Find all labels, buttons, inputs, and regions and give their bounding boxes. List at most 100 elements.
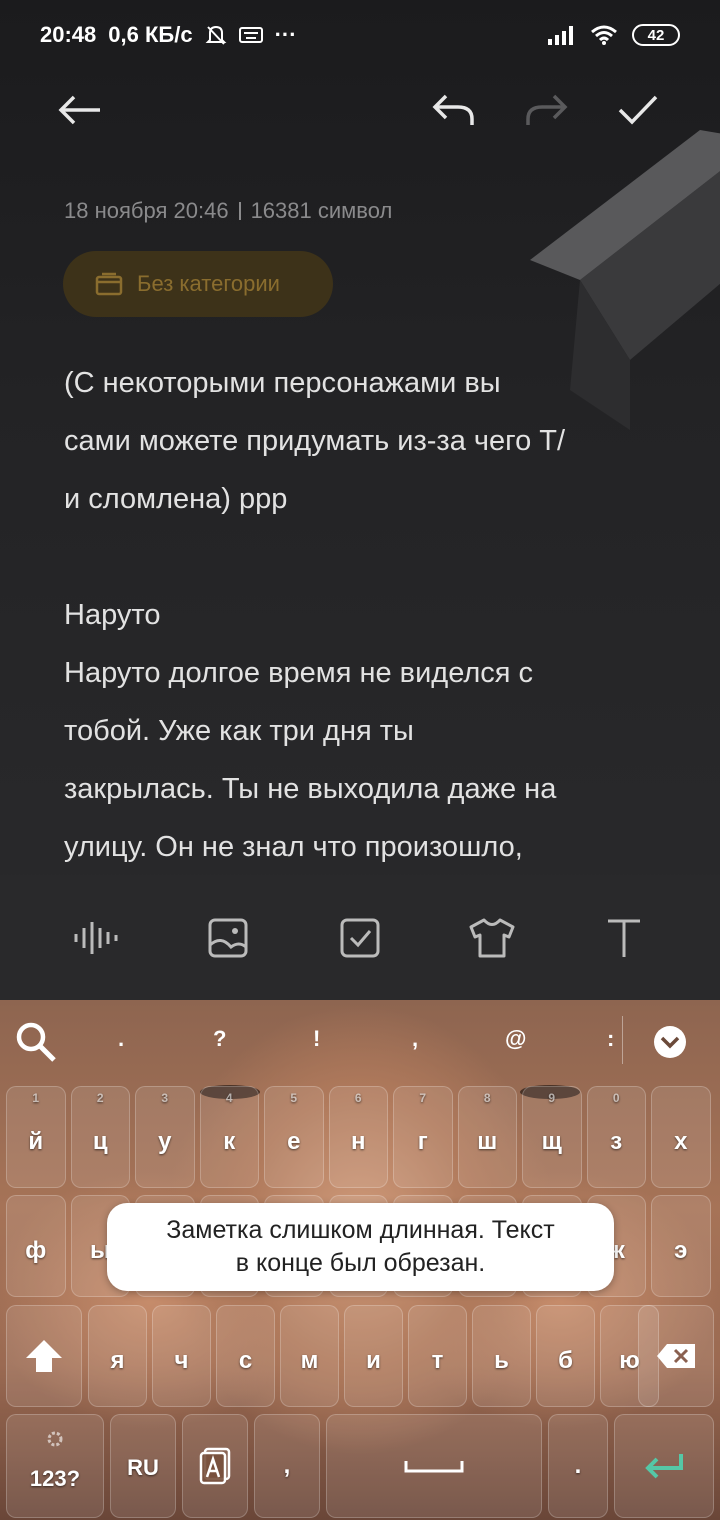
- undo-button[interactable]: [424, 80, 484, 140]
- comma-key-label: ,: [283, 1452, 291, 1479]
- enter-icon: [645, 1454, 683, 1479]
- key-hint: 4: [225, 1091, 233, 1105]
- text-format-button[interactable]: [594, 908, 654, 968]
- key-н[interactable]: 6н: [328, 1086, 388, 1188]
- suggest-key[interactable]: !: [313, 1026, 320, 1052]
- key-э[interactable]: э: [651, 1195, 711, 1297]
- comma-key[interactable]: ,: [254, 1414, 320, 1518]
- key-г[interactable]: 7г: [393, 1086, 453, 1188]
- key-label: у: [158, 1128, 172, 1155]
- note-line: (С некоторыми персонажами вы: [64, 367, 501, 399]
- language-key-label: RU: [127, 1455, 159, 1480]
- key-label: з: [610, 1128, 623, 1155]
- key-label: г: [417, 1128, 428, 1155]
- shift-key[interactable]: [6, 1305, 82, 1407]
- battery-indicator: 42: [632, 24, 680, 46]
- key-и[interactable]: и: [344, 1305, 403, 1407]
- image-icon: [208, 918, 248, 957]
- key-label: н: [351, 1128, 366, 1155]
- collapse-keyboard-icon[interactable]: [652, 1024, 688, 1060]
- note-line: закрылась. Ты не выходила даже на: [64, 773, 557, 805]
- clipboard-icon: [199, 1447, 231, 1485]
- note-text[interactable]: (С некоторыми персонажами вы сами можете…: [64, 354, 664, 876]
- key-м[interactable]: м: [280, 1305, 339, 1407]
- key-hint: 8: [483, 1091, 491, 1105]
- suggest-key[interactable]: :: [607, 1026, 614, 1052]
- note-line: тобой. Уже как три дня ты: [64, 715, 414, 747]
- note-line: Наруто: [64, 599, 161, 631]
- key-label: ь: [494, 1347, 509, 1374]
- arrow-left-icon: [58, 95, 100, 125]
- note-line: улицу. Он не знал что произошло,: [64, 831, 523, 863]
- editor-toolbar: [0, 70, 720, 150]
- key-label: с: [238, 1347, 253, 1374]
- redo-button[interactable]: [516, 80, 576, 140]
- checklist-button[interactable]: [330, 908, 390, 968]
- key-я[interactable]: я: [88, 1305, 147, 1407]
- key-х[interactable]: х: [651, 1086, 711, 1188]
- suggest-key[interactable]: @: [505, 1026, 526, 1052]
- meta-divider: [238, 202, 241, 220]
- key-label: к: [223, 1128, 236, 1155]
- save-button[interactable]: [608, 80, 668, 140]
- key-label: я: [110, 1347, 125, 1374]
- char-count: 16381 символ: [250, 198, 393, 223]
- redo-icon: [526, 94, 568, 125]
- status-time: 20:48: [40, 22, 97, 47]
- key-т[interactable]: т: [408, 1305, 467, 1407]
- key-label: и: [366, 1347, 381, 1374]
- key-hint: 3: [161, 1091, 169, 1105]
- wifi-icon: [591, 25, 617, 45]
- key-ф[interactable]: ф: [6, 1195, 66, 1297]
- key-ц[interactable]: 2ц: [70, 1086, 130, 1188]
- language-key[interactable]: RU: [110, 1414, 176, 1518]
- space-key[interactable]: [326, 1414, 542, 1518]
- numbers-key[interactable]: 123?: [6, 1414, 104, 1518]
- search-icon[interactable]: [14, 1020, 58, 1064]
- key-label: э: [674, 1237, 688, 1264]
- toast-line-2: в конце был обрезан.: [235, 1249, 486, 1277]
- space-icon: [404, 1461, 464, 1473]
- clipboard-key[interactable]: [182, 1414, 248, 1518]
- key-е[interactable]: 5е: [264, 1086, 324, 1188]
- key-к[interactable]: 4к: [199, 1086, 259, 1188]
- key-з[interactable]: 0з: [586, 1086, 646, 1188]
- toast-message: Заметка слишком длинная. Текст в конце б…: [107, 1203, 614, 1291]
- status-bar: 20:48 0,6 КБ/с ··· 42: [0, 0, 720, 70]
- suggest-key[interactable]: ?: [213, 1026, 226, 1052]
- note-line: и сломлена) ррр: [64, 483, 288, 515]
- period-key[interactable]: .: [548, 1414, 608, 1518]
- folder-icon: [95, 272, 123, 296]
- network-speed: 0,6 КБ/с: [108, 22, 193, 47]
- key-label: щ: [541, 1128, 562, 1155]
- key-щ[interactable]: 9щ: [522, 1086, 582, 1188]
- backspace-key[interactable]: [638, 1305, 714, 1407]
- more-notifications-icon: ···: [274, 22, 297, 47]
- period-key-label: .: [574, 1452, 582, 1479]
- audio-button[interactable]: [66, 908, 126, 968]
- key-ш[interactable]: 8ш: [457, 1086, 517, 1188]
- checkmark-icon: [618, 95, 658, 125]
- enter-key[interactable]: [614, 1414, 714, 1518]
- note-date: 18 ноября 20:46: [64, 198, 229, 223]
- key-у[interactable]: 3у: [135, 1086, 195, 1188]
- image-button[interactable]: [198, 908, 258, 968]
- key-с[interactable]: с: [216, 1305, 275, 1407]
- key-ч[interactable]: ч: [152, 1305, 211, 1407]
- text-format-icon: [608, 919, 640, 957]
- checkbox-icon: [340, 918, 380, 957]
- suggest-key[interactable]: ,: [412, 1026, 418, 1052]
- theme-button[interactable]: [462, 908, 522, 968]
- undo-icon: [432, 94, 474, 125]
- back-button[interactable]: [50, 80, 110, 140]
- key-й[interactable]: 1й: [6, 1086, 66, 1188]
- key-label: ч: [174, 1347, 189, 1374]
- key-label: й: [28, 1128, 44, 1155]
- shirt-icon: [469, 918, 515, 957]
- suggest-key[interactable]: .: [118, 1026, 124, 1052]
- category-chip[interactable]: Без категории: [63, 251, 333, 317]
- key-б[interactable]: б: [536, 1305, 595, 1407]
- key-ь[interactable]: ь: [472, 1305, 531, 1407]
- key-hint: 1: [32, 1091, 40, 1105]
